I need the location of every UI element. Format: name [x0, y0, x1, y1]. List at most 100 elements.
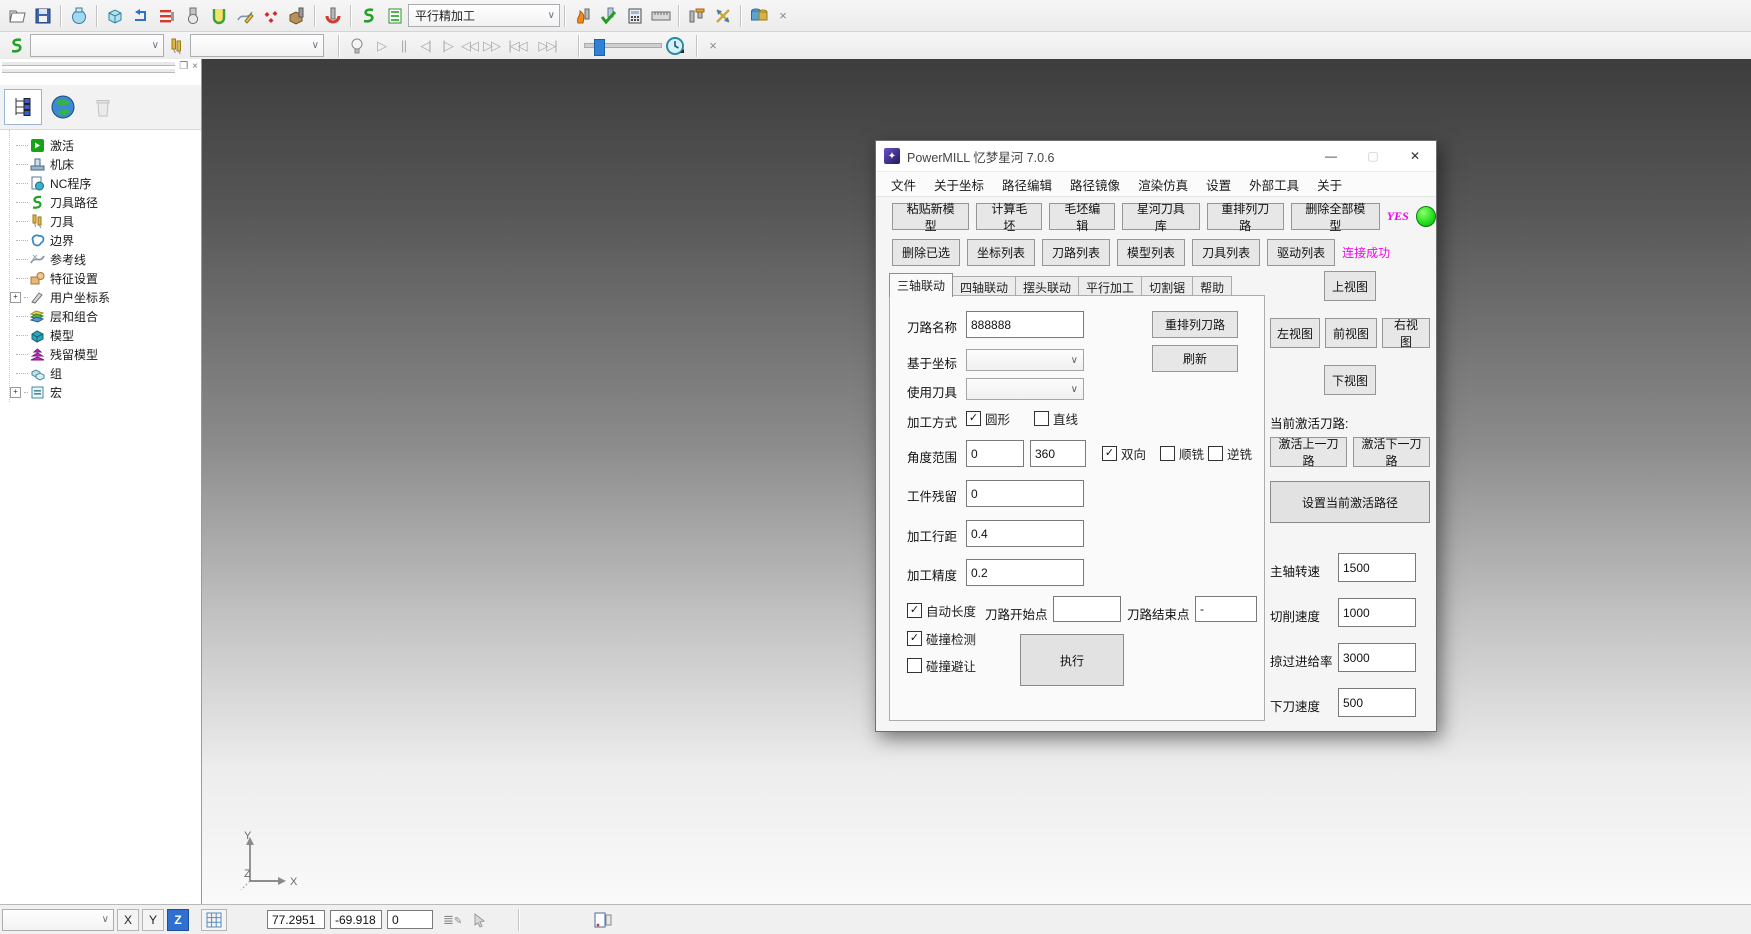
- open-icon[interactable]: [4, 3, 30, 29]
- angle-from-input[interactable]: [966, 440, 1024, 467]
- view-top-button[interactable]: 上视图: [1324, 271, 1376, 301]
- clock-icon[interactable]: [662, 33, 688, 59]
- strategy-combo[interactable]: 平行精加工 ∨: [408, 4, 560, 27]
- menu-external-tools[interactable]: 外部工具: [1240, 172, 1308, 196]
- tool-verify-icon[interactable]: [596, 3, 622, 29]
- coord-list-button[interactable]: 坐标列表: [967, 239, 1035, 266]
- axis-y-button[interactable]: Y: [142, 909, 164, 931]
- delete-selected-button[interactable]: 删除已选: [892, 239, 960, 266]
- tool-flame-icon[interactable]: [570, 3, 596, 29]
- conventional-checkbox[interactable]: 逆铣: [1208, 444, 1252, 463]
- tree-item-activate[interactable]: 激活: [16, 136, 201, 155]
- tab-help[interactable]: 帮助: [1192, 276, 1232, 297]
- panel-grip[interactable]: [2, 61, 175, 66]
- stock-block-icon[interactable]: [284, 3, 310, 29]
- pointer-icon[interactable]: [472, 912, 488, 928]
- drive-list-button[interactable]: 驱动列表: [1267, 239, 1335, 266]
- tab-saw[interactable]: 切割锯: [1141, 276, 1193, 297]
- view-left-button[interactable]: 左视图: [1270, 318, 1320, 348]
- expand-icon[interactable]: +: [10, 387, 21, 398]
- execute-button[interactable]: 执行: [1020, 634, 1124, 686]
- menu-path-edit[interactable]: 路径编辑: [993, 172, 1061, 196]
- tree-item-nc-programs[interactable]: NC程序: [16, 174, 201, 193]
- paste-new-model-button[interactable]: 粘贴新模型: [892, 203, 969, 230]
- tree-item-tools[interactable]: 刀具: [16, 212, 201, 231]
- expand-icon[interactable]: +: [10, 292, 21, 303]
- simulation-tool-combo[interactable]: ∨: [190, 34, 324, 57]
- close-button[interactable]: ✕: [1394, 141, 1436, 171]
- climb-checkbox[interactable]: 顺铣: [1160, 444, 1204, 463]
- toolpath-list-button[interactable]: 刀路列表: [1042, 239, 1110, 266]
- toolpath-transform-icon[interactable]: [128, 3, 154, 29]
- toolpath-coil-icon[interactable]: [356, 3, 382, 29]
- start-point-input[interactable]: [1053, 596, 1121, 622]
- calculator-icon[interactable]: [622, 3, 648, 29]
- tool-pair-icon[interactable]: [684, 3, 710, 29]
- activate-prev-button[interactable]: 激活上一刀路: [1270, 437, 1347, 467]
- pause-icon[interactable]: | |: [392, 34, 414, 58]
- tree-item-patterns[interactable]: 参考线: [16, 250, 201, 269]
- fast-forward-icon[interactable]: ▷▷: [480, 34, 502, 58]
- bidirectional-checkbox[interactable]: ✓双向: [1102, 444, 1146, 463]
- list-edit-icon[interactable]: ≣✎: [443, 912, 462, 928]
- tree-item-machine[interactable]: 机床: [16, 155, 201, 174]
- reorder-button[interactable]: 重排列刀路: [1152, 311, 1238, 338]
- panel-close-icon[interactable]: ×: [192, 61, 198, 72]
- maximize-button[interactable]: ▢: [1352, 141, 1394, 171]
- tree-item-models[interactable]: 模型: [16, 326, 201, 345]
- ruler-icon[interactable]: [648, 3, 674, 29]
- auto-length-checkbox[interactable]: ✓自动长度: [907, 601, 976, 620]
- minimize-button[interactable]: —: [1310, 141, 1352, 171]
- tool-list-button[interactable]: 刀具列表: [1192, 239, 1260, 266]
- angle-to-input[interactable]: [1030, 440, 1086, 467]
- grid-icon[interactable]: [201, 909, 227, 931]
- boundary-icon[interactable]: [206, 3, 232, 29]
- go-start-icon[interactable]: |◁◁: [502, 34, 532, 58]
- save-icon[interactable]: [30, 3, 56, 29]
- stepover-input[interactable]: [966, 520, 1084, 547]
- menu-path-mirror[interactable]: 路径镜像: [1061, 172, 1129, 196]
- stock-remain-input[interactable]: [966, 480, 1084, 507]
- collision-avoid-checkbox[interactable]: 碰撞避让: [907, 656, 976, 675]
- tree-item-workplanes[interactable]: +用户坐标系: [16, 288, 201, 307]
- tree-item-toolpaths[interactable]: 刀具路径: [16, 193, 201, 212]
- tolerance-input[interactable]: [966, 559, 1084, 586]
- menu-file[interactable]: 文件: [882, 172, 925, 196]
- end-point-input[interactable]: [1195, 596, 1257, 622]
- collision-check-checkbox[interactable]: ✓碰撞检测: [907, 629, 976, 648]
- use-tool-select[interactable]: ∨: [966, 378, 1084, 400]
- panel-float-icon[interactable]: ❐: [179, 61, 188, 72]
- step-forward-icon[interactable]: |▷: [436, 34, 458, 58]
- points-icon[interactable]: [258, 3, 284, 29]
- toolbar2-close-icon[interactable]: ×: [702, 34, 724, 58]
- pattern-pencil-icon[interactable]: [232, 3, 258, 29]
- nc-program-combo[interactable]: ∨: [30, 34, 164, 57]
- tool-library-button[interactable]: 星河刀具库: [1122, 203, 1199, 230]
- go-end-icon[interactable]: ▷▷|: [532, 34, 562, 58]
- transform-arrows-icon[interactable]: [710, 3, 736, 29]
- menu-render-sim[interactable]: 渲染仿真: [1129, 172, 1197, 196]
- axis-x-button[interactable]: X: [117, 909, 139, 931]
- view-bottom-button[interactable]: 下视图: [1324, 365, 1376, 395]
- dialog-titlebar[interactable]: ✦ PowerMILL 忆梦星河 7.0.6 — ▢ ✕: [876, 141, 1436, 172]
- tab-3axis[interactable]: 三轴联动: [889, 273, 953, 297]
- statusbar-combo[interactable]: ∨: [2, 909, 114, 931]
- tab-4axis[interactable]: 四轴联动: [952, 276, 1016, 297]
- stock-cylinders-icon[interactable]: [746, 3, 772, 29]
- z-levels-icon[interactable]: [154, 3, 180, 29]
- reorder-toolpaths-button[interactable]: 重排列刀路: [1207, 203, 1284, 230]
- tool-combo-icon[interactable]: [164, 33, 190, 59]
- collision-check-icon[interactable]: [320, 3, 346, 29]
- spindle-speed-input[interactable]: [1338, 553, 1416, 582]
- base-coord-select[interactable]: ∨: [966, 349, 1084, 371]
- view-right-button[interactable]: 右视图: [1382, 318, 1430, 348]
- tree-item-macros[interactable]: +宏: [16, 383, 201, 402]
- tree-item-levels[interactable]: 层和组合: [16, 307, 201, 326]
- set-active-path-button[interactable]: 设置当前激活路径: [1270, 481, 1430, 523]
- axis-z-button[interactable]: Z: [167, 909, 189, 931]
- activate-next-button[interactable]: 激活下一刀路: [1353, 437, 1430, 467]
- delete-all-models-button[interactable]: 删除全部模型: [1291, 203, 1380, 230]
- menu-about[interactable]: 关于: [1308, 172, 1351, 196]
- cursor-y-input[interactable]: [330, 910, 382, 929]
- device-panel-icon[interactable]: [594, 912, 612, 928]
